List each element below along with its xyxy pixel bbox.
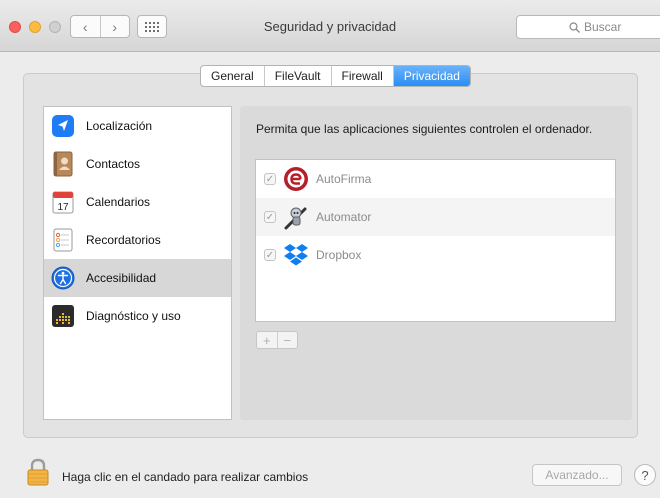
app-name: Automator (316, 210, 372, 224)
list-item: ✓ Dropbox (256, 236, 615, 274)
lock-message: Haga clic en el candado para realizar ca… (62, 470, 309, 484)
tab-bar: General FileVault Firewall Privacidad (200, 65, 471, 87)
sidebar-item-label: Calendarios (86, 195, 151, 209)
add-app-button[interactable]: + (257, 332, 277, 348)
search-icon (569, 21, 580, 33)
padlock-icon[interactable] (27, 458, 49, 486)
privacy-category-list: Localización Contactos 17 Calendarios Re… (43, 106, 232, 420)
accessibility-prompt: Permita que las aplicaciones siguientes … (256, 122, 593, 136)
sidebar-item-label: Localización (86, 119, 153, 133)
tab-filevault[interactable]: FileVault (263, 66, 331, 86)
autofirma-icon (282, 165, 310, 193)
help-button[interactable]: ? (634, 464, 656, 486)
title-bar: ‹ › Seguridad y privacidad Buscar (0, 0, 660, 52)
remove-app-button[interactable]: − (276, 332, 298, 348)
automator-robot-icon (282, 203, 310, 231)
svg-text:17: 17 (57, 202, 69, 213)
reminders-icon (50, 227, 76, 253)
diagnostics-icon (50, 303, 76, 329)
sidebar-item-diagnostico[interactable]: Diagnóstico y uso (44, 297, 231, 335)
sidebar-item-localizacion[interactable]: Localización (44, 107, 231, 145)
tab-privacidad[interactable]: Privacidad (392, 66, 470, 86)
app-name: AutoFirma (316, 172, 372, 186)
app-checkbox[interactable]: ✓ (264, 249, 276, 261)
app-list: ✓ AutoFirma ✓ Automator ✓ Dropbox (255, 159, 616, 322)
list-item: ✓ Automator (256, 198, 615, 236)
sidebar-item-contactos[interactable]: Contactos (44, 145, 231, 183)
dropbox-icon (282, 241, 310, 269)
sidebar-item-calendarios[interactable]: 17 Calendarios (44, 183, 231, 221)
calendar-icon: 17 (50, 189, 76, 215)
tab-firewall[interactable]: Firewall (330, 66, 393, 86)
location-arrow-icon (50, 113, 76, 139)
search-field[interactable]: Buscar (516, 15, 660, 39)
app-checkbox[interactable]: ✓ (264, 211, 276, 223)
sidebar-item-recordatorios[interactable]: Recordatorios (44, 221, 231, 259)
sidebar-item-label: Accesibilidad (86, 271, 157, 285)
add-remove-buttons: + − (256, 331, 298, 349)
list-item: ✓ AutoFirma (256, 160, 615, 198)
accessibility-icon (50, 265, 76, 291)
tab-general[interactable]: General (201, 66, 264, 86)
sidebar-item-label: Contactos (86, 157, 141, 171)
search-placeholder: Buscar (584, 20, 622, 34)
sidebar-item-label: Diagnóstico y uso (86, 309, 181, 323)
sidebar-item-accesibilidad[interactable]: Accesibilidad (44, 259, 231, 297)
contacts-book-icon (50, 151, 76, 177)
advanced-button[interactable]: Avanzado... (532, 464, 622, 486)
sidebar-item-label: Recordatorios (86, 233, 161, 247)
app-checkbox[interactable]: ✓ (264, 173, 276, 185)
app-name: Dropbox (316, 248, 362, 262)
